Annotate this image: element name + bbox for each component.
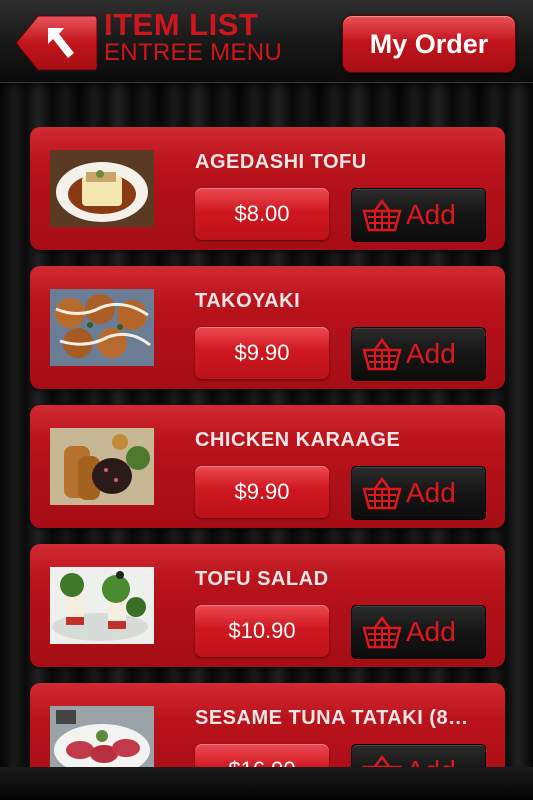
item-name: TOFU SALAD: [195, 568, 329, 590]
item-thumbnail: [50, 706, 154, 767]
back-arrow-icon: [15, 15, 98, 71]
basket-icon: [362, 476, 402, 510]
add-label: Add: [406, 338, 456, 369]
item-thumbnail: [50, 428, 154, 505]
price-button[interactable]: $10.90: [195, 605, 329, 657]
add-label: Add: [406, 199, 456, 230]
basket-icon: [362, 337, 402, 371]
add-to-order-button[interactable]: Add: [351, 466, 486, 520]
list-item: CHICKEN KARAAGE $9.90 Add: [30, 405, 505, 528]
item-name: SESAME TUNA TATAKI (8…: [195, 707, 469, 729]
page-subtitle: ENTREE MENU: [104, 39, 282, 66]
item-name: CHICKEN KARAAGE: [195, 429, 401, 451]
item-thumbnail: [50, 150, 154, 227]
list-item: TAKOYAKI $9.90 Add: [30, 266, 505, 389]
bottom-bar: [0, 767, 533, 800]
basket-icon: [362, 198, 402, 232]
add-to-order-button[interactable]: Add: [351, 605, 486, 659]
item-name: TAKOYAKI: [195, 290, 301, 312]
page-title: ITEM LIST: [104, 7, 259, 42]
add-to-order-button[interactable]: Add: [351, 327, 486, 381]
list-item: TOFU SALAD $10.90 Add: [30, 544, 505, 667]
price-button[interactable]: $8.00: [195, 188, 329, 240]
add-label: Add: [406, 755, 456, 767]
basket-icon: [362, 615, 402, 649]
item-list: AGEDASHI TOFU $8.00 Add TAKOYAKI $9.90 A…: [30, 127, 505, 767]
price-button[interactable]: $16.90: [195, 744, 329, 767]
item-thumbnail: [50, 567, 154, 644]
price-button[interactable]: $9.90: [195, 327, 329, 379]
header-bar: ITEM LIST ENTREE MENU My Order: [0, 0, 533, 83]
list-item: SESAME TUNA TATAKI (8… $16.90 Add: [30, 683, 505, 767]
item-thumbnail: [50, 289, 154, 366]
my-order-button[interactable]: My Order: [342, 15, 516, 73]
add-label: Add: [406, 616, 456, 647]
price-button[interactable]: $9.90: [195, 466, 329, 518]
back-button[interactable]: [14, 14, 98, 72]
basket-icon: [362, 754, 402, 767]
list-item: AGEDASHI TOFU $8.00 Add: [30, 127, 505, 250]
item-name: AGEDASHI TOFU: [195, 151, 367, 173]
add-to-order-button[interactable]: Add: [351, 744, 486, 767]
add-to-order-button[interactable]: Add: [351, 188, 486, 242]
add-label: Add: [406, 477, 456, 508]
